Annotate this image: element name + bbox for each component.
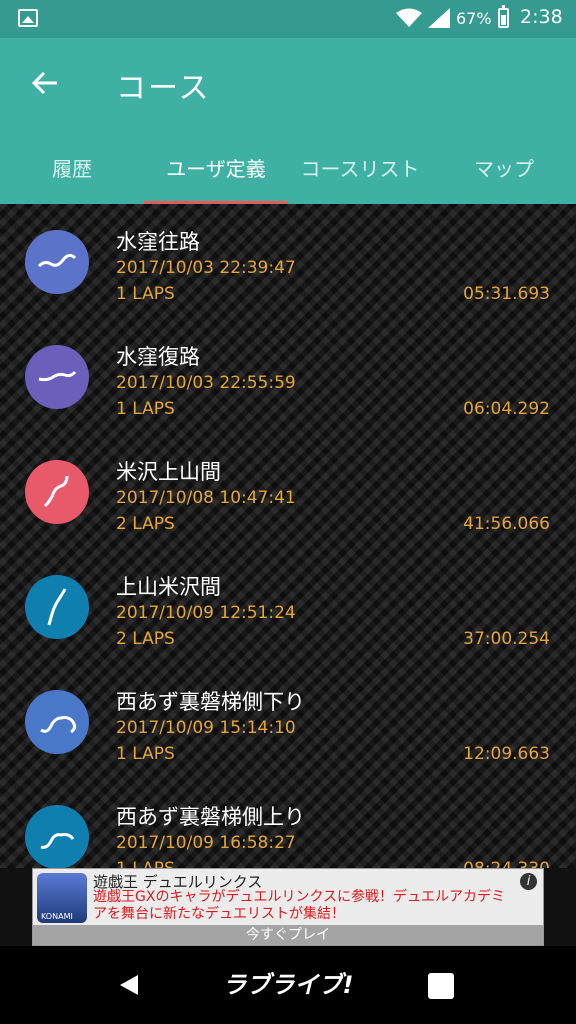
ad-description: 遊戯王GXのキャラがデュエルリンクスに参戦！デュエルアカデミアを舞台に新たなデュ… xyxy=(93,889,506,922)
course-best-time: 06:04.292 xyxy=(463,399,550,419)
course-name: 上山米沢間 xyxy=(116,575,221,599)
course-list-item[interactable]: 上山米沢間 2017/10/09 12:51:24 2 LAPS 37:00.2… xyxy=(0,549,576,664)
page-title: コース xyxy=(116,71,211,106)
wifi-icon xyxy=(396,8,422,27)
course-laps: 1 LAPS xyxy=(116,284,175,304)
course-route-icon xyxy=(25,575,89,639)
course-date: 2017/10/09 15:14:10 xyxy=(116,718,296,738)
course-route-icon xyxy=(25,805,89,868)
course-list-item[interactable]: 米沢上山間 2017/10/08 10:47:41 2 LAPS 41:56.0… xyxy=(0,434,576,549)
course-list-item[interactable]: 水窪往路 2017/10/03 22:39:47 1 LAPS 05:31.69… xyxy=(0,204,576,319)
ad-app-icon: KONAMI xyxy=(37,873,87,923)
back-arrow-icon[interactable] xyxy=(30,68,60,98)
course-route-icon xyxy=(25,230,89,294)
tab-bar: 履歴 ユーザ定義 コースリスト マップ xyxy=(0,134,576,204)
course-date: 2017/10/03 22:39:47 xyxy=(116,258,296,278)
tab-user-defined[interactable]: ユーザ定義 xyxy=(144,134,288,204)
course-list[interactable]: 水窪往路 2017/10/03 22:39:47 1 LAPS 05:31.69… xyxy=(0,204,576,868)
signal-icon xyxy=(428,8,450,28)
course-name: 西あず裏磐梯側下り xyxy=(116,690,305,714)
course-route-icon xyxy=(25,690,89,754)
nav-back-icon[interactable] xyxy=(118,973,140,997)
battery-percent: 67% xyxy=(456,9,492,28)
course-laps: 1 LAPS xyxy=(116,859,175,868)
course-date: 2017/10/09 16:58:27 xyxy=(116,833,296,853)
course-list-item[interactable]: 水窪復路 2017/10/03 22:55:59 1 LAPS 06:04.29… xyxy=(0,319,576,434)
course-laps: 1 LAPS xyxy=(116,399,175,419)
ad-banner[interactable]: KONAMI 遊戯王 デュエルリンクス 遊戯王GXのキャラがデュエルリンクスに参… xyxy=(32,868,544,946)
tab-history[interactable]: 履歴 xyxy=(0,134,144,204)
course-name: 西あず裏磐梯側上り xyxy=(116,805,305,829)
course-best-time: 41:56.066 xyxy=(463,514,550,534)
ad-publisher-label: KONAMI xyxy=(41,912,73,921)
ad-play-now-button[interactable]: 今すぐプレイ xyxy=(33,925,543,945)
course-list-item[interactable]: 西あず裏磐梯側下り 2017/10/09 15:14:10 1 LAPS 12:… xyxy=(0,664,576,779)
tab-map[interactable]: マップ xyxy=(432,134,576,204)
course-best-time: 12:09.663 xyxy=(463,744,550,764)
course-date: 2017/10/08 10:47:41 xyxy=(116,488,296,508)
course-laps: 2 LAPS xyxy=(116,629,175,649)
course-name: 水窪復路 xyxy=(116,345,200,369)
status-bar: 67% 2:38 xyxy=(0,0,576,38)
course-best-time: 08:24.330 xyxy=(463,859,550,868)
course-route-icon xyxy=(25,460,89,524)
course-date: 2017/10/03 22:55:59 xyxy=(116,373,296,393)
course-best-time: 05:31.693 xyxy=(463,284,550,304)
course-date: 2017/10/09 12:51:24 xyxy=(116,603,296,623)
course-name: 米沢上山間 xyxy=(116,460,221,484)
clock: 2:38 xyxy=(520,6,563,28)
course-laps: 1 LAPS xyxy=(116,744,175,764)
battery-icon xyxy=(498,5,509,28)
app-bar: コース 履歴 ユーザ定義 コースリスト マップ xyxy=(0,38,576,205)
course-best-time: 37:00.254 xyxy=(463,629,550,649)
image-notification-icon xyxy=(18,9,38,27)
tab-course-list[interactable]: コースリスト xyxy=(300,134,420,204)
course-list-item[interactable]: 西あず裏磐梯側上り 2017/10/09 16:58:27 1 LAPS 08:… xyxy=(0,779,576,868)
course-route-icon xyxy=(25,345,89,409)
ad-info-icon[interactable]: i xyxy=(520,873,537,890)
course-name: 水窪往路 xyxy=(116,230,200,254)
recent-apps-icon[interactable] xyxy=(428,973,454,999)
course-laps: 2 LAPS xyxy=(116,514,175,534)
navigation-bar: ラブライブ! xyxy=(0,946,576,1024)
home-logo-button[interactable]: ラブライブ! xyxy=(200,968,376,1002)
